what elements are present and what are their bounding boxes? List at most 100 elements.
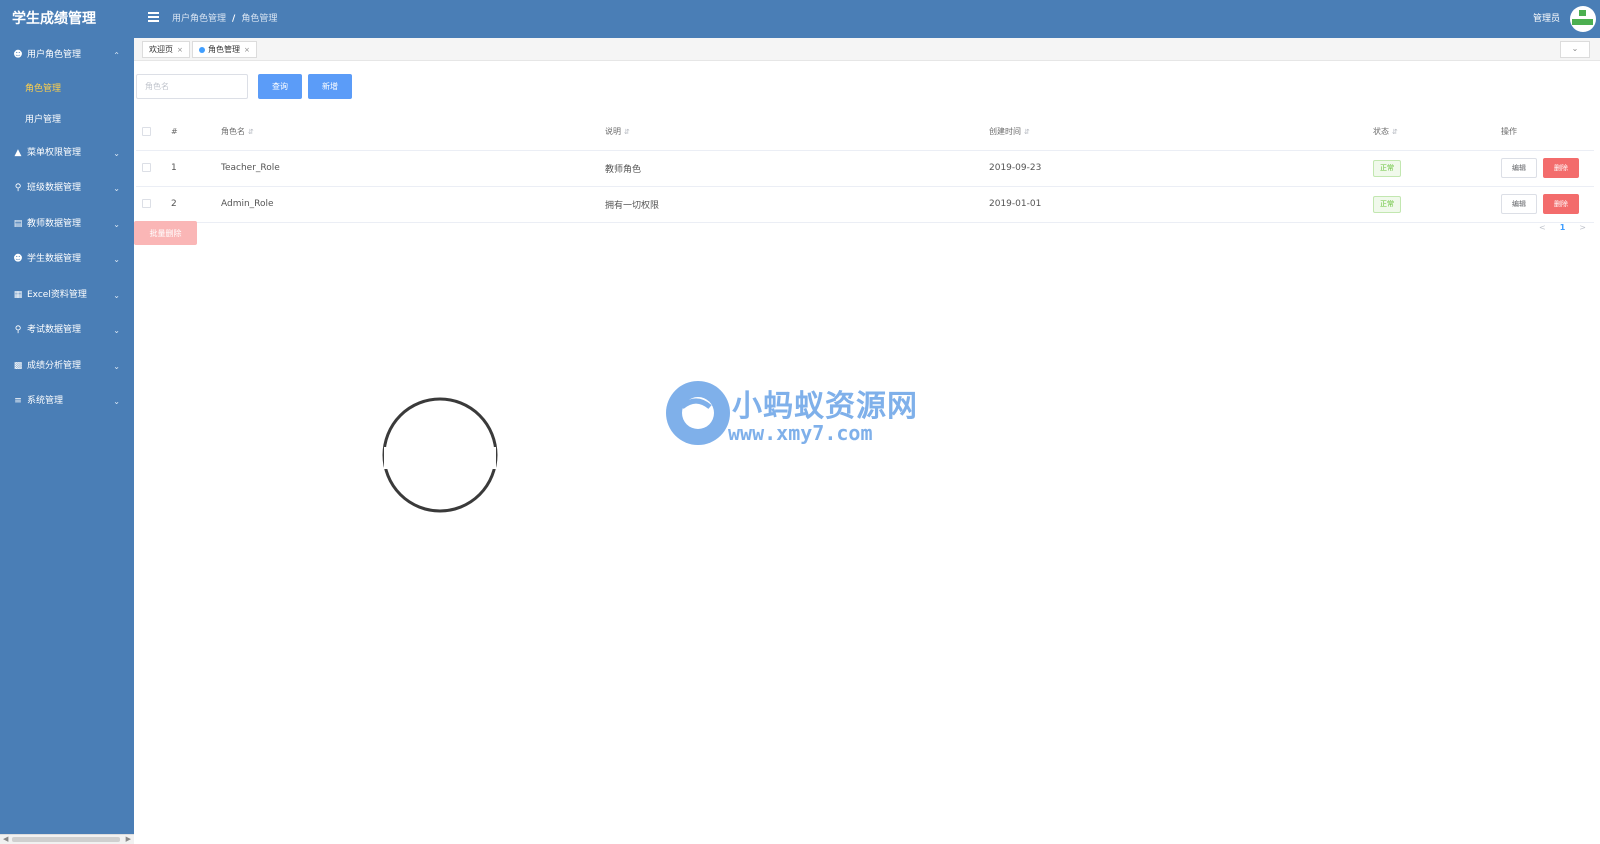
close-icon[interactable]: × [244,46,250,54]
avatar[interactable] [1570,6,1596,32]
sitemap-icon: ▲ [14,147,22,158]
breadcrumb-item-current: 角色管理 [241,14,278,24]
sort-icon[interactable]: ⇵ [624,128,630,136]
sidebar-item-role-management[interactable]: 角色管理 [0,74,134,105]
chevron-down-icon: ⌄ [1571,44,1579,53]
row-checkbox[interactable] [142,163,151,172]
active-dot-icon [199,46,205,53]
breadcrumb-separator: / [232,14,236,24]
sliders-icon: ≡ [14,396,22,406]
watermark-51aspx-logo [380,395,500,515]
sidebar-menu: ☻ 用户角色管理 ⌃ 角色管理 用户管理 ▲ 菜单权限管理 ⌄ ⚲ 班级数据管理 ⌄ … [0,38,134,420]
column-header-role-name[interactable]: 角色名 ⇵ [220,114,604,151]
sidebar-group-label: 系统管理 [27,396,64,406]
menu-toggle-icon[interactable] [148,12,159,22]
breadcrumb: 用户角色管理 / 角色管理 [172,0,277,38]
column-header-index: # [170,114,220,151]
sidebar-group-user-role[interactable]: ☻ 用户角色管理 ⌃ [0,38,134,74]
status-badge: 正常 [1373,159,1401,177]
pagination: <1 > [1525,223,1586,232]
close-icon[interactable]: × [177,46,183,54]
edit-button[interactable]: 编辑 [1501,158,1537,178]
select-all-cell [136,114,170,151]
prev-page-icon[interactable]: < [1539,223,1546,232]
tab-label: 欢迎页 [149,45,173,54]
watermark-xmy7-logo: 小蚂蚁资源网 www.xmy7.com [662,377,922,453]
scroll-right-icon[interactable]: ▶ [126,835,131,844]
role-name-search-input[interactable] [136,74,248,99]
top-header: 用户角色管理 / 角色管理 管理员 [134,0,1600,38]
table-row: 1 Teacher_Role 教师角色 2019-09-23 正常 编辑 删除 [136,150,1594,187]
delete-button[interactable]: 删除 [1543,194,1579,214]
breadcrumb-item[interactable]: 用户角色管理 [172,14,226,24]
sidebar-group-excel[interactable]: ▦ Excel资料管理 ⌄ [0,278,134,314]
cell-description: 教师角色 [604,150,988,187]
search-icon: ⚲ [14,325,22,335]
page-number[interactable]: 1 [1560,223,1566,232]
table-header-row: # 角色名 ⇵ 说明 ⇵ 创建时间 ⇵ 状态 ⇵ 操作 [136,114,1594,151]
watermark-title: 小蚂蚁资源网 [732,389,918,424]
scrollbar-thumb[interactable] [12,837,120,842]
tab-role-management[interactable]: 角色管理 × [192,41,257,58]
sort-icon[interactable]: ⇵ [1392,128,1398,136]
chevron-down-icon: ⌄ [113,148,120,158]
chevron-down-icon: ⌄ [113,219,120,229]
user-name[interactable]: 管理员 [1533,0,1560,38]
scroll-left-icon[interactable]: ◀ [3,835,8,844]
cell-status: 正常 [1372,150,1500,187]
sidebar-group-teacher-data[interactable]: ▤ 教师数据管理 ⌄ [0,207,134,243]
cell-role-name: Admin_Role [220,186,604,223]
sort-icon[interactable]: ⇵ [248,128,254,136]
cell-role-name: Teacher_Role [220,150,604,187]
chevron-down-icon: ⌄ [113,255,120,264]
status-badge: 正常 [1373,195,1401,213]
row-select-cell [136,150,170,187]
sidebar-group-label: Excel资料管理 [27,289,87,300]
tabs-dropdown-button[interactable]: ⌄ [1560,41,1590,58]
sidebar-group-label: 班级数据管理 [27,183,82,193]
sidebar-group-label: 教师数据管理 [27,218,82,229]
delete-button[interactable]: 删除 [1543,158,1579,178]
cell-status: 正常 [1372,186,1500,223]
sidebar-horizontal-scrollbar[interactable]: ◀ ▶ [0,834,134,844]
teacher-icon: ▤ [13,218,23,229]
sidebar-group-label: 菜单权限管理 [27,147,82,158]
sidebar-group-student-data[interactable]: ☻ 学生数据管理 ⌄ [0,242,134,278]
role-table: # 角色名 ⇵ 说明 ⇵ 创建时间 ⇵ 状态 ⇵ 操作 1 Teacher_Role 教… [136,114,1594,223]
chevron-down-icon: ⌄ [113,326,120,335]
sidebar-group-class-data[interactable]: ⚲ 班级数据管理 ⌄ [0,171,134,207]
sidebar-group-label: 成绩分析管理 [27,360,82,371]
tab-welcome[interactable]: 欢迎页 × [142,41,190,58]
tab-label: 角色管理 [208,45,240,54]
batch-delete-button[interactable]: 批量删除 [134,221,197,245]
edit-button[interactable]: 编辑 [1501,194,1537,214]
sidebar-item-user-management[interactable]: 用户管理 [0,105,134,136]
avatar-icon [1579,10,1586,16]
query-button[interactable]: 查询 [258,74,302,99]
sidebar-group-label: 学生数据管理 [27,254,82,264]
sort-icon[interactable]: ⇵ [1024,128,1030,136]
seal-circle-icon [382,397,498,513]
select-all-checkbox[interactable] [142,127,151,137]
chevron-down-icon: ⌄ [113,397,120,406]
sidebar-group-exam-data[interactable]: ⚲ 考试数据管理 ⌄ [0,313,134,349]
sidebar: 学生成绩管理 ☻ 用户角色管理 ⌃ 角色管理 用户管理 ▲ 菜单权限管理 ⌄ ⚲ 班级… [0,0,134,844]
next-page-icon[interactable]: > [1579,223,1586,232]
sidebar-group-score-analysis[interactable]: ▩ 成绩分析管理 ⌄ [0,349,134,385]
chevron-up-icon: ⌃ [113,51,120,60]
add-button[interactable]: 新增 [308,74,352,99]
cell-actions: 编辑 删除 [1500,186,1594,223]
sidebar-group-menu-permission[interactable]: ▲ 菜单权限管理 ⌄ [0,136,134,172]
users-icon: ☻ [13,50,23,60]
column-header-description[interactable]: 说明 ⇵ [604,114,988,151]
chevron-down-icon: ⌄ [113,184,120,193]
key-icon: ⚲ [14,183,22,193]
watermark-url: www.xmy7.com [728,421,873,445]
app-title: 学生成绩管理 [12,11,96,27]
sidebar-group-system[interactable]: ≡ 系统管理 ⌄ [0,384,134,420]
column-header-created-time[interactable]: 创建时间 ⇵ [988,114,1372,151]
row-checkbox[interactable] [142,199,151,208]
column-header-status[interactable]: 状态 ⇵ [1372,114,1500,151]
ant-logo-icon [666,381,730,445]
sidebar-group-label: 考试数据管理 [27,325,82,335]
